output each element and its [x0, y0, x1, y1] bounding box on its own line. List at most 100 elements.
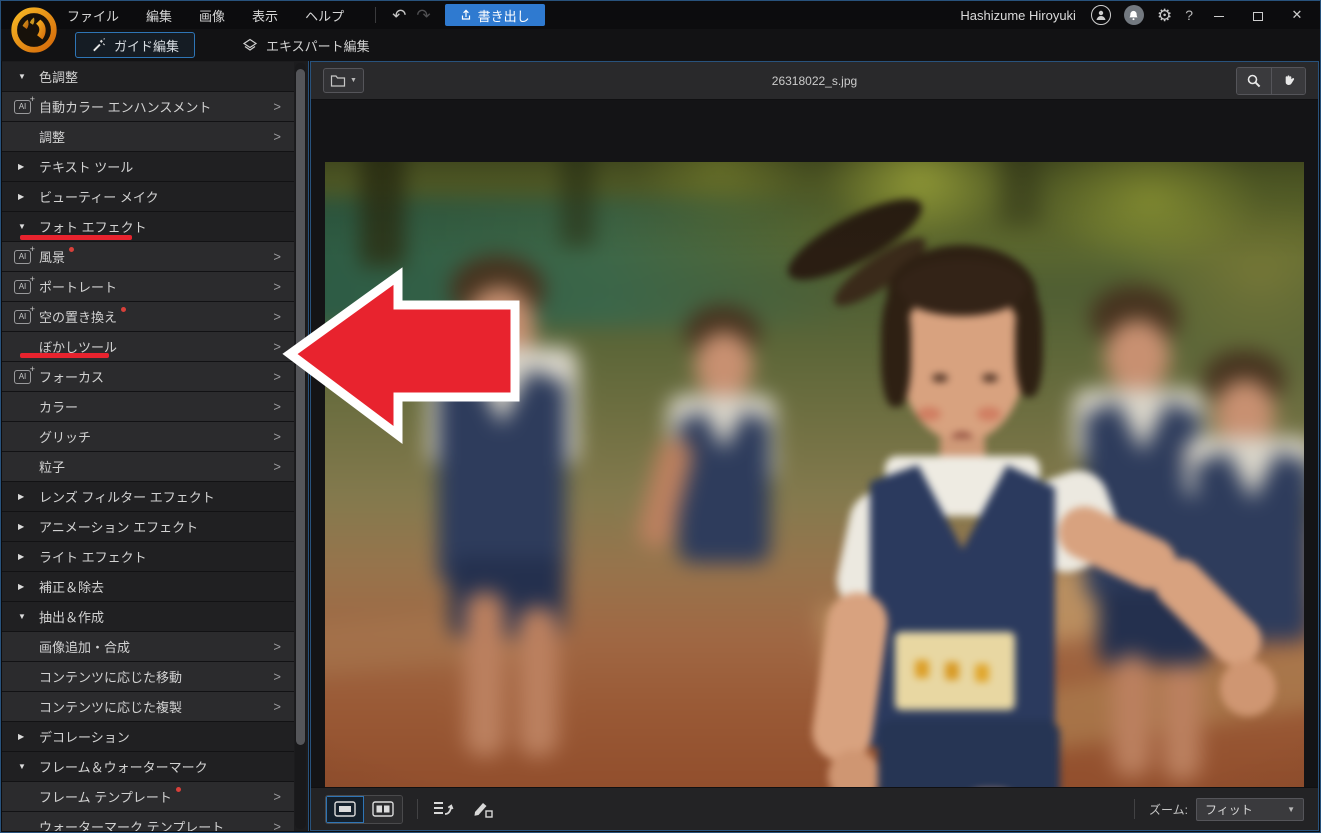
sidebar-label: 画像追加・合成 — [39, 640, 131, 655]
sidebar-item-8[interactable]: AI 空の置き換え > — [2, 302, 294, 332]
menu-view[interactable]: 表示 — [252, 6, 278, 25]
zoom-tool-button[interactable] — [1237, 67, 1271, 94]
guided-edit-sidebar: ▼ 色調整 AI 自動カラー エンハンスメント > 調整 > ▶ テキスト ツール ▶ ビューティー… — [2, 61, 309, 831]
sidebar-section-16[interactable]: ▶ ライト エフェクト — [2, 542, 294, 572]
scrollbar-thumb[interactable] — [296, 69, 305, 745]
chevron-right-icon: > — [273, 639, 281, 654]
ai-icon: AI — [14, 94, 35, 114]
select-dropdown-arrow-icon: ▼ — [1287, 804, 1295, 814]
adjustment-history-button[interactable] — [432, 800, 456, 818]
chevron-right-icon: > — [273, 249, 281, 264]
sidebar-item-10[interactable]: AI フォーカス > — [2, 362, 294, 392]
open-file-button[interactable]: ▼ — [323, 68, 364, 93]
menu-file[interactable]: ファイル — [67, 6, 119, 25]
chevron-right-icon: > — [273, 99, 281, 114]
sidebar-item-7[interactable]: AI ポートレート > — [2, 272, 294, 302]
sidebar-label: カラー — [39, 400, 79, 415]
red-underline-annotation — [20, 353, 109, 358]
editing-canvas[interactable] — [311, 100, 1318, 806]
sidebar-section-23[interactable]: ▼ フレーム＆ウォーターマーク — [2, 752, 294, 782]
sidebar-section-17[interactable]: ▶ 補正＆除去 — [2, 572, 294, 602]
sidebar-list: ▼ 色調整 AI 自動カラー エンハンスメント > 調整 > ▶ テキスト ツール ▶ ビューティー… — [2, 62, 294, 831]
compare-view-button[interactable] — [364, 795, 402, 823]
triangle-right-icon: ▶ — [18, 162, 25, 171]
undo-icon[interactable]: ↶ — [392, 7, 406, 24]
sidebar-label: 自動カラー エンハンスメント — [39, 100, 212, 115]
ai-icon: AI — [14, 274, 35, 294]
history-list-icon — [434, 802, 454, 815]
single-view-icon — [334, 801, 356, 817]
sidebar-section-3[interactable]: ▶ テキスト ツール — [2, 152, 294, 182]
sidebar-section-15[interactable]: ▶ アニメーション エフェクト — [2, 512, 294, 542]
user-avatar-icon[interactable] — [1090, 5, 1111, 25]
sidebar-item-20[interactable]: コンテンツに応じた移動 > — [2, 662, 294, 692]
sidebar-label: 色調整 — [39, 70, 79, 85]
sidebar-label: ビューティー メイク — [39, 190, 159, 205]
menu-edit[interactable]: 編集 — [146, 6, 172, 25]
sidebar-item-2[interactable]: 調整 > — [2, 122, 294, 152]
sidebar-item-19[interactable]: 画像追加・合成 > — [2, 632, 294, 662]
help-icon[interactable]: ? — [1185, 7, 1193, 23]
hand-icon — [1285, 75, 1295, 85]
sidebar-item-11[interactable]: カラー > — [2, 392, 294, 422]
sidebar-item-21[interactable]: コンテンツに応じた複製 > — [2, 692, 294, 722]
sidebar-label: デコレーション — [39, 730, 130, 745]
chevron-right-icon: > — [273, 789, 281, 804]
sidebar-section-5[interactable]: ▼ フォト エフェクト — [2, 212, 294, 242]
triangle-right-icon: ▶ — [18, 492, 25, 501]
zoom-label: ズーム: — [1149, 802, 1188, 817]
zoom-control-area: ズーム: フィット ▼ — [1128, 797, 1304, 821]
sidebar-section-4[interactable]: ▶ ビューティー メイク — [2, 182, 294, 212]
zoom-value: フィット — [1205, 802, 1253, 817]
zoom-level-select[interactable]: フィット ▼ — [1196, 797, 1304, 821]
sidebar-label: 空の置き換え — [39, 310, 118, 325]
draw-tool-button[interactable] — [472, 800, 494, 818]
close-button[interactable]: ✕ — [1284, 7, 1310, 23]
triangle-down-icon: ▼ — [18, 72, 26, 81]
sidebar-section-18[interactable]: ▼ 抽出＆作成 — [2, 602, 294, 632]
sidebar-item-24[interactable]: フレーム テンプレート > — [2, 782, 294, 812]
sidebar-label: 調整 — [39, 130, 66, 145]
sidebar-item-13[interactable]: 粒子 > — [2, 452, 294, 482]
sidebar-item-12[interactable]: グリッチ > — [2, 422, 294, 452]
preview-toolbar: ▼ 26318022_s.jpg — [311, 62, 1318, 100]
filename-label: 26318022_s.jpg — [771, 73, 858, 88]
menu-help[interactable]: ヘルプ — [305, 6, 344, 25]
tab-guided-edit[interactable]: ガイド編集 — [75, 32, 196, 58]
sidebar-item-9[interactable]: ぼかしツール > — [2, 332, 294, 362]
maximize-button[interactable] — [1245, 8, 1271, 23]
user-name: Hashizume Hiroyuki — [960, 7, 1076, 23]
sidebar-section-22[interactable]: ▶ デコレーション — [2, 722, 294, 752]
menu-image[interactable]: 画像 — [199, 6, 225, 25]
minimize-button[interactable] — [1206, 8, 1232, 23]
chevron-right-icon: > — [273, 699, 281, 714]
sidebar-section-0[interactable]: ▼ 色調整 — [2, 62, 294, 92]
pencil-icon — [474, 803, 493, 818]
sidebar-item-1[interactable]: AI 自動カラー エンハンスメント > — [2, 92, 294, 122]
sidebar-label: コンテンツに応じた移動 — [39, 670, 183, 685]
sidebar-item-25[interactable]: ウォーターマーク テンプレート > — [2, 812, 294, 831]
sidebar-label: フレーム テンプレート — [39, 790, 172, 805]
footer-separator — [417, 799, 418, 819]
pan-tool-button[interactable] — [1271, 67, 1305, 94]
photo-preview[interactable] — [325, 162, 1304, 806]
chevron-right-icon: > — [273, 339, 281, 354]
app-logo-icon[interactable] — [9, 5, 59, 55]
sidebar-section-14[interactable]: ▶ レンズ フィルター エフェクト — [2, 482, 294, 512]
sidebar-label: 粒子 — [39, 460, 66, 475]
sidebar-label: コンテンツに応じた複製 — [39, 700, 183, 715]
notifications-bell-icon[interactable] — [1123, 5, 1144, 25]
sidebar-item-6[interactable]: AI 風景 > — [2, 242, 294, 272]
chevron-right-icon: > — [273, 129, 281, 144]
tab-expert-edit[interactable]: エキスパート編集 — [227, 32, 385, 58]
ai-icon: AI — [14, 304, 35, 324]
settings-gear-icon[interactable]: ⚙ — [1157, 7, 1172, 24]
sidebar-label: フォト エフェクト — [39, 220, 147, 235]
single-view-button[interactable] — [326, 795, 364, 823]
red-underline-annotation — [20, 235, 132, 240]
export-button[interactable]: 書き出し — [444, 4, 545, 26]
sidebar-scrollbar[interactable] — [295, 63, 306, 829]
photo-vignette — [325, 162, 1304, 806]
canvas-tool-group — [1236, 66, 1306, 95]
sidebar-label: ポートレート — [39, 280, 118, 295]
